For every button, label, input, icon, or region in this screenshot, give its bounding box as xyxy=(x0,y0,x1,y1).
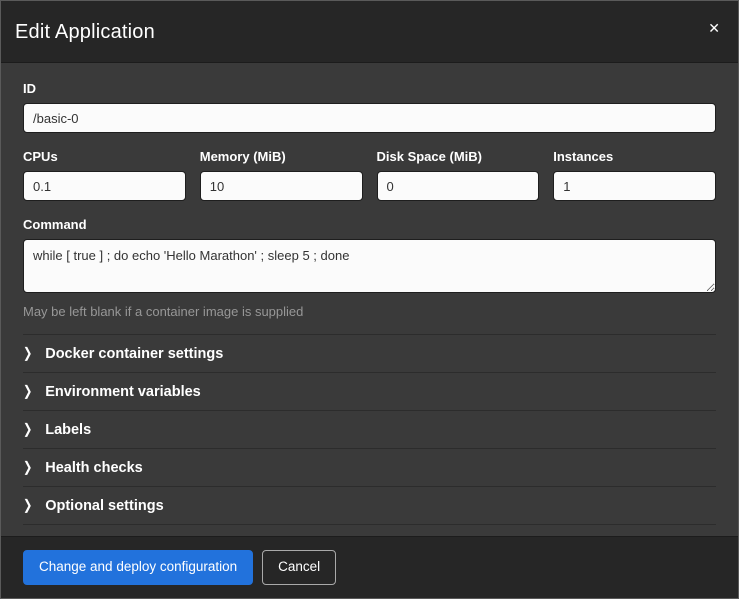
command-help-text: May be left blank if a container image i… xyxy=(23,304,716,319)
modal-body: ID CPUs Memory (MiB) Disk Space (MiB) In… xyxy=(1,63,738,536)
section-label: Docker container settings xyxy=(45,346,223,362)
cancel-button[interactable]: Cancel xyxy=(262,550,336,584)
section-label: Optional settings xyxy=(45,498,163,514)
disk-input[interactable] xyxy=(377,171,540,201)
command-field-group: Command while [ true ] ; do echo 'Hello … xyxy=(23,217,716,319)
id-field-group: ID xyxy=(23,81,716,133)
instances-field-group: Instances xyxy=(553,149,716,201)
command-textarea[interactable]: while [ true ] ; do echo 'Hello Marathon… xyxy=(23,239,716,293)
memory-field-group: Memory (MiB) xyxy=(200,149,363,201)
section-docker-container-settings[interactable]: ❯ Docker container settings xyxy=(23,334,716,372)
change-and-deploy-button[interactable]: Change and deploy configuration xyxy=(23,550,253,584)
resource-fields-row: CPUs Memory (MiB) Disk Space (MiB) Insta… xyxy=(23,149,716,201)
disk-label: Disk Space (MiB) xyxy=(377,149,540,164)
modal-header: Edit Application ✕ xyxy=(1,1,738,63)
section-environment-variables[interactable]: ❯ Environment variables xyxy=(23,372,716,410)
memory-label: Memory (MiB) xyxy=(200,149,363,164)
chevron-right-icon: ❯ xyxy=(23,347,32,361)
edit-application-modal: Edit Application ✕ ID CPUs Memory (MiB) … xyxy=(0,0,739,599)
section-label: Health checks xyxy=(45,460,143,476)
chevron-right-icon: ❯ xyxy=(23,499,32,513)
command-label: Command xyxy=(23,217,716,232)
close-icon[interactable]: ✕ xyxy=(704,17,724,39)
chevron-right-icon: ❯ xyxy=(23,423,32,437)
chevron-right-icon: ❯ xyxy=(23,385,32,399)
instances-input[interactable] xyxy=(553,171,716,201)
disk-field-group: Disk Space (MiB) xyxy=(377,149,540,201)
section-health-checks[interactable]: ❯ Health checks xyxy=(23,448,716,486)
memory-input[interactable] xyxy=(200,171,363,201)
modal-title: Edit Application xyxy=(15,21,714,44)
section-label: Labels xyxy=(45,422,91,438)
instances-label: Instances xyxy=(553,149,716,164)
id-label: ID xyxy=(23,81,716,96)
accordion-sections: ❯ Docker container settings ❯ Environmen… xyxy=(23,334,716,525)
cpus-field-group: CPUs xyxy=(23,149,186,201)
section-labels[interactable]: ❯ Labels xyxy=(23,410,716,448)
modal-footer: Change and deploy configuration Cancel xyxy=(1,536,738,598)
id-input[interactable] xyxy=(23,103,716,133)
section-optional-settings[interactable]: ❯ Optional settings xyxy=(23,486,716,525)
cpus-label: CPUs xyxy=(23,149,186,164)
chevron-right-icon: ❯ xyxy=(23,461,32,475)
cpus-input[interactable] xyxy=(23,171,186,201)
section-label: Environment variables xyxy=(45,384,201,400)
